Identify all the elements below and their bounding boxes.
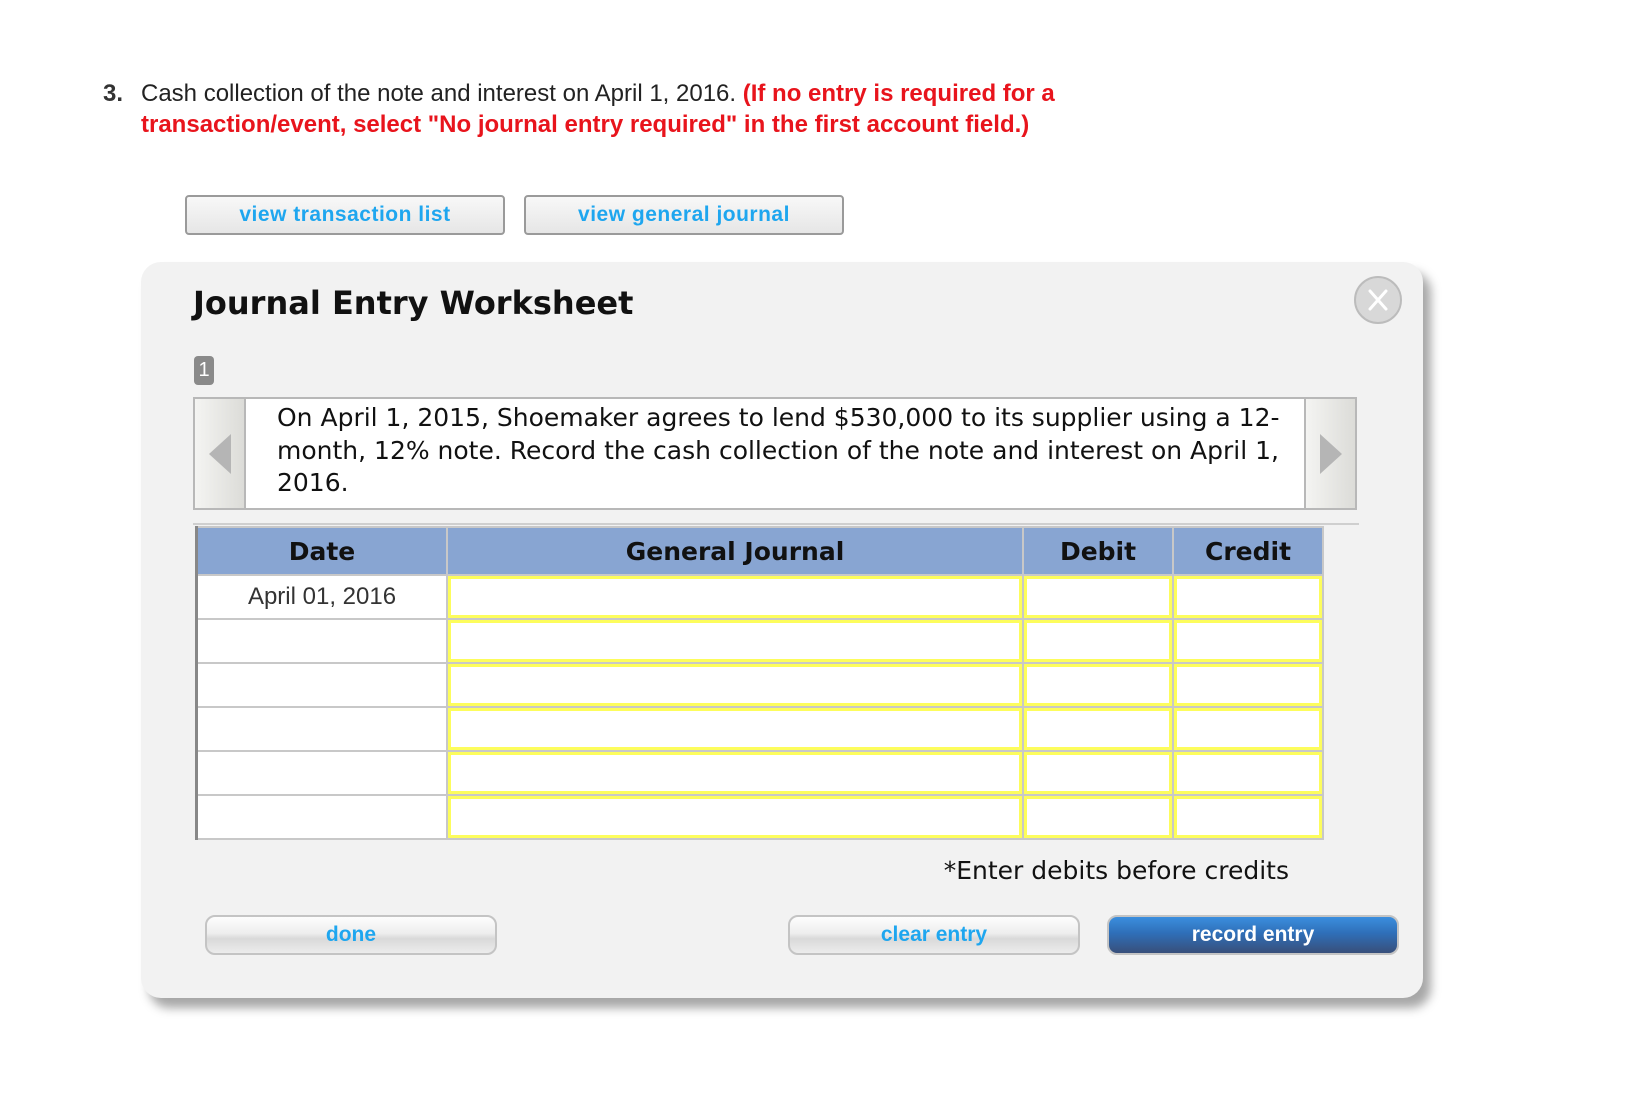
debit-input[interactable] (1022, 662, 1174, 708)
account-input[interactable] (446, 750, 1024, 796)
column-header-debit: Debit (1022, 526, 1174, 576)
credit-input[interactable] (1172, 706, 1324, 752)
table-row (195, 706, 1324, 752)
journal-entry-worksheet-panel: Journal Entry Worksheet 1 On April 1, 20… (141, 262, 1423, 998)
done-button[interactable]: done (205, 915, 497, 955)
credit-input[interactable] (1172, 794, 1324, 840)
column-header-date: Date (195, 526, 448, 576)
date-cell: April 01, 2016 (195, 574, 448, 620)
table-row (195, 618, 1324, 664)
table-header-row: Date General Journal Debit Credit (195, 526, 1324, 576)
debit-input[interactable] (1022, 750, 1174, 796)
clear-entry-button[interactable]: clear entry (788, 915, 1080, 955)
debit-input[interactable] (1022, 706, 1174, 752)
credit-input[interactable] (1172, 618, 1324, 664)
table-row (195, 662, 1324, 708)
view-general-journal-button[interactable]: view general journal (524, 195, 844, 235)
date-cell (195, 750, 448, 796)
date-cell (195, 618, 448, 664)
table-row: April 01, 2016 (195, 574, 1324, 620)
column-header-credit: Credit (1172, 526, 1324, 576)
credit-input[interactable] (1172, 574, 1324, 620)
journal-table: Date General Journal Debit Credit April … (195, 526, 1324, 840)
divider (193, 523, 1359, 525)
transaction-description-box: On April 1, 2015, Shoemaker agrees to le… (193, 397, 1357, 510)
credit-input[interactable] (1172, 662, 1324, 708)
account-input[interactable] (446, 794, 1024, 840)
table-row (195, 750, 1324, 796)
debit-input[interactable] (1022, 618, 1174, 664)
question-number: 3. (103, 80, 124, 107)
transaction-description: On April 1, 2015, Shoemaker agrees to le… (277, 403, 1280, 497)
close-button[interactable] (1354, 276, 1402, 324)
date-cell (195, 662, 448, 708)
credit-input[interactable] (1172, 750, 1324, 796)
question: 3. Cash collection of the note and intere… (103, 78, 1163, 140)
account-input[interactable] (446, 706, 1024, 752)
next-transaction-button[interactable] (1304, 397, 1357, 510)
date-cell (195, 794, 448, 840)
debit-input[interactable] (1022, 574, 1174, 620)
account-input[interactable] (446, 662, 1024, 708)
transaction-number-badge[interactable]: 1 (194, 356, 214, 385)
instruction-text-1: (If no entry is required for a (742, 80, 1055, 107)
debit-input[interactable] (1022, 794, 1174, 840)
view-transaction-list-button[interactable]: view transaction list (185, 195, 505, 235)
date-cell (195, 706, 448, 752)
arrow-left-icon (208, 433, 231, 474)
arrow-right-icon (1319, 433, 1342, 474)
instruction-text-2: transaction/event, select "No journal en… (141, 111, 1030, 138)
account-input[interactable] (446, 618, 1024, 664)
account-input[interactable] (446, 574, 1024, 620)
question-text: Cash collection of the note and interest… (141, 80, 737, 107)
close-icon (1368, 289, 1388, 311)
previous-transaction-button[interactable] (193, 397, 246, 510)
table-row (195, 794, 1324, 840)
record-entry-button[interactable]: record entry (1107, 915, 1399, 955)
debits-before-credits-note: *Enter debits before credits (943, 856, 1289, 885)
worksheet-title: Journal Entry Worksheet (193, 284, 634, 322)
column-header-general-journal: General Journal (446, 526, 1024, 576)
